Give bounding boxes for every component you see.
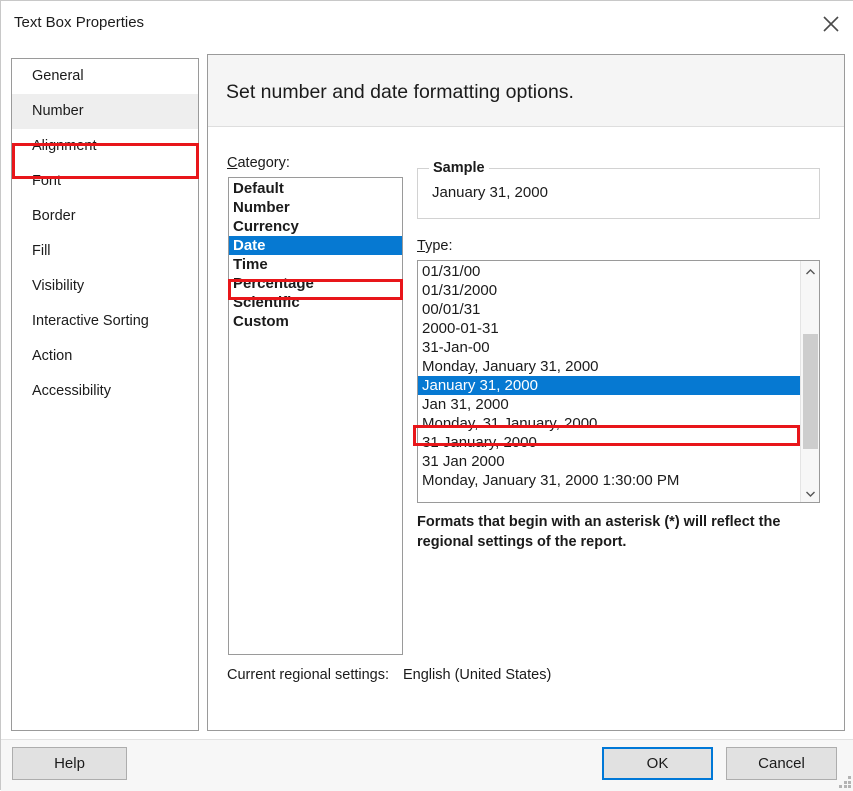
type-item-7[interactable]: Jan 31, 2000	[418, 395, 801, 414]
type-label-accel: T	[417, 238, 425, 254]
sidebar-item-interactive-sorting[interactable]: Interactive Sorting	[12, 304, 198, 339]
dialog-content: General Number Alignment Font Border Fil…	[1, 47, 853, 739]
type-listbox-items: 01/31/00 01/31/2000 00/01/31 2000-01-31 …	[418, 262, 801, 490]
category-label-rest: ategory:	[237, 155, 289, 171]
type-item-1[interactable]: 01/31/2000	[418, 281, 801, 300]
title-bar: Text Box Properties	[1, 1, 853, 47]
type-item-10[interactable]: 31 Jan 2000	[418, 452, 801, 471]
format-note: Formats that begin with an asterisk (*) …	[417, 512, 817, 552]
sidebar-item-alignment[interactable]: Alignment	[12, 129, 198, 164]
category-item-default[interactable]: Default	[229, 179, 402, 198]
sample-legend: Sample	[429, 160, 489, 176]
close-button[interactable]	[808, 1, 853, 47]
sidebar-item-general[interactable]: General	[12, 59, 198, 94]
category-item-date[interactable]: Date	[229, 236, 402, 255]
dialog-footer: Help OK Cancel	[1, 739, 853, 791]
sidebar-item-fill[interactable]: Fill	[12, 234, 198, 269]
type-item-9[interactable]: 31 January, 2000	[418, 433, 801, 452]
sidebar-item-border[interactable]: Border	[12, 199, 198, 234]
type-item-0[interactable]: 01/31/00	[418, 262, 801, 281]
category-item-percentage[interactable]: Percentage	[229, 274, 402, 293]
sample-group-box: Sample January 31, 2000	[417, 168, 820, 219]
help-button[interactable]: Help	[12, 747, 127, 780]
close-icon	[821, 14, 841, 34]
type-item-4[interactable]: 31-Jan-00	[418, 338, 801, 357]
number-settings-pane: Set number and date formatting options. …	[207, 54, 845, 731]
chevron-up-icon	[805, 263, 816, 279]
pane-header: Set number and date formatting options.	[208, 55, 844, 127]
cancel-button[interactable]: Cancel	[726, 747, 837, 780]
type-item-5[interactable]: Monday, January 31, 2000	[418, 357, 801, 376]
sidebar-item-number[interactable]: Number	[12, 94, 198, 129]
sidebar-item-accessibility[interactable]: Accessibility	[12, 374, 198, 409]
sample-value: January 31, 2000	[432, 184, 548, 201]
type-label: Type:	[417, 238, 452, 254]
scroll-down-button[interactable]	[801, 483, 820, 502]
category-item-number[interactable]: Number	[229, 198, 402, 217]
category-item-time[interactable]: Time	[229, 255, 402, 274]
sidebar-item-visibility[interactable]: Visibility	[12, 269, 198, 304]
category-nav-pane: General Number Alignment Font Border Fil…	[11, 58, 199, 731]
regional-settings-label: Current regional settings:	[227, 667, 389, 683]
category-listbox[interactable]: Default Number Currency Date Time Percen…	[228, 177, 403, 655]
type-listbox[interactable]: 01/31/00 01/31/2000 00/01/31 2000-01-31 …	[417, 260, 820, 503]
category-label: Category:	[227, 155, 290, 171]
category-item-currency[interactable]: Currency	[229, 217, 402, 236]
type-item-8[interactable]: Monday, 31 January, 2000	[418, 414, 801, 433]
sidebar-item-action[interactable]: Action	[12, 339, 198, 374]
type-item-6[interactable]: January 31, 2000	[418, 376, 801, 395]
category-item-scientific[interactable]: Scientific	[229, 293, 402, 312]
text-box-properties-dialog: Text Box Properties General Number Align…	[0, 0, 853, 790]
type-item-11[interactable]: Monday, January 31, 2000 1:30:00 PM	[418, 471, 801, 490]
chevron-down-icon	[805, 485, 816, 501]
regional-settings-value: English (United States)	[403, 667, 551, 683]
type-item-2[interactable]: 00/01/31	[418, 300, 801, 319]
sidebar-item-font[interactable]: Font	[12, 164, 198, 199]
type-item-3[interactable]: 2000-01-31	[418, 319, 801, 338]
regional-settings: Current regional settings: English (Unite…	[227, 667, 551, 683]
ok-button[interactable]: OK	[602, 747, 713, 780]
resize-grip-icon[interactable]	[839, 776, 851, 788]
category-label-accel: C	[227, 155, 237, 171]
scroll-up-button[interactable]	[801, 261, 820, 280]
type-label-rest: ype:	[425, 238, 452, 254]
type-listbox-scrollbar[interactable]	[800, 261, 819, 502]
scroll-thumb[interactable]	[803, 334, 818, 449]
page-title: Set number and date formatting options.	[226, 81, 574, 104]
category-item-custom[interactable]: Custom	[229, 312, 402, 331]
window-title: Text Box Properties	[14, 14, 144, 31]
